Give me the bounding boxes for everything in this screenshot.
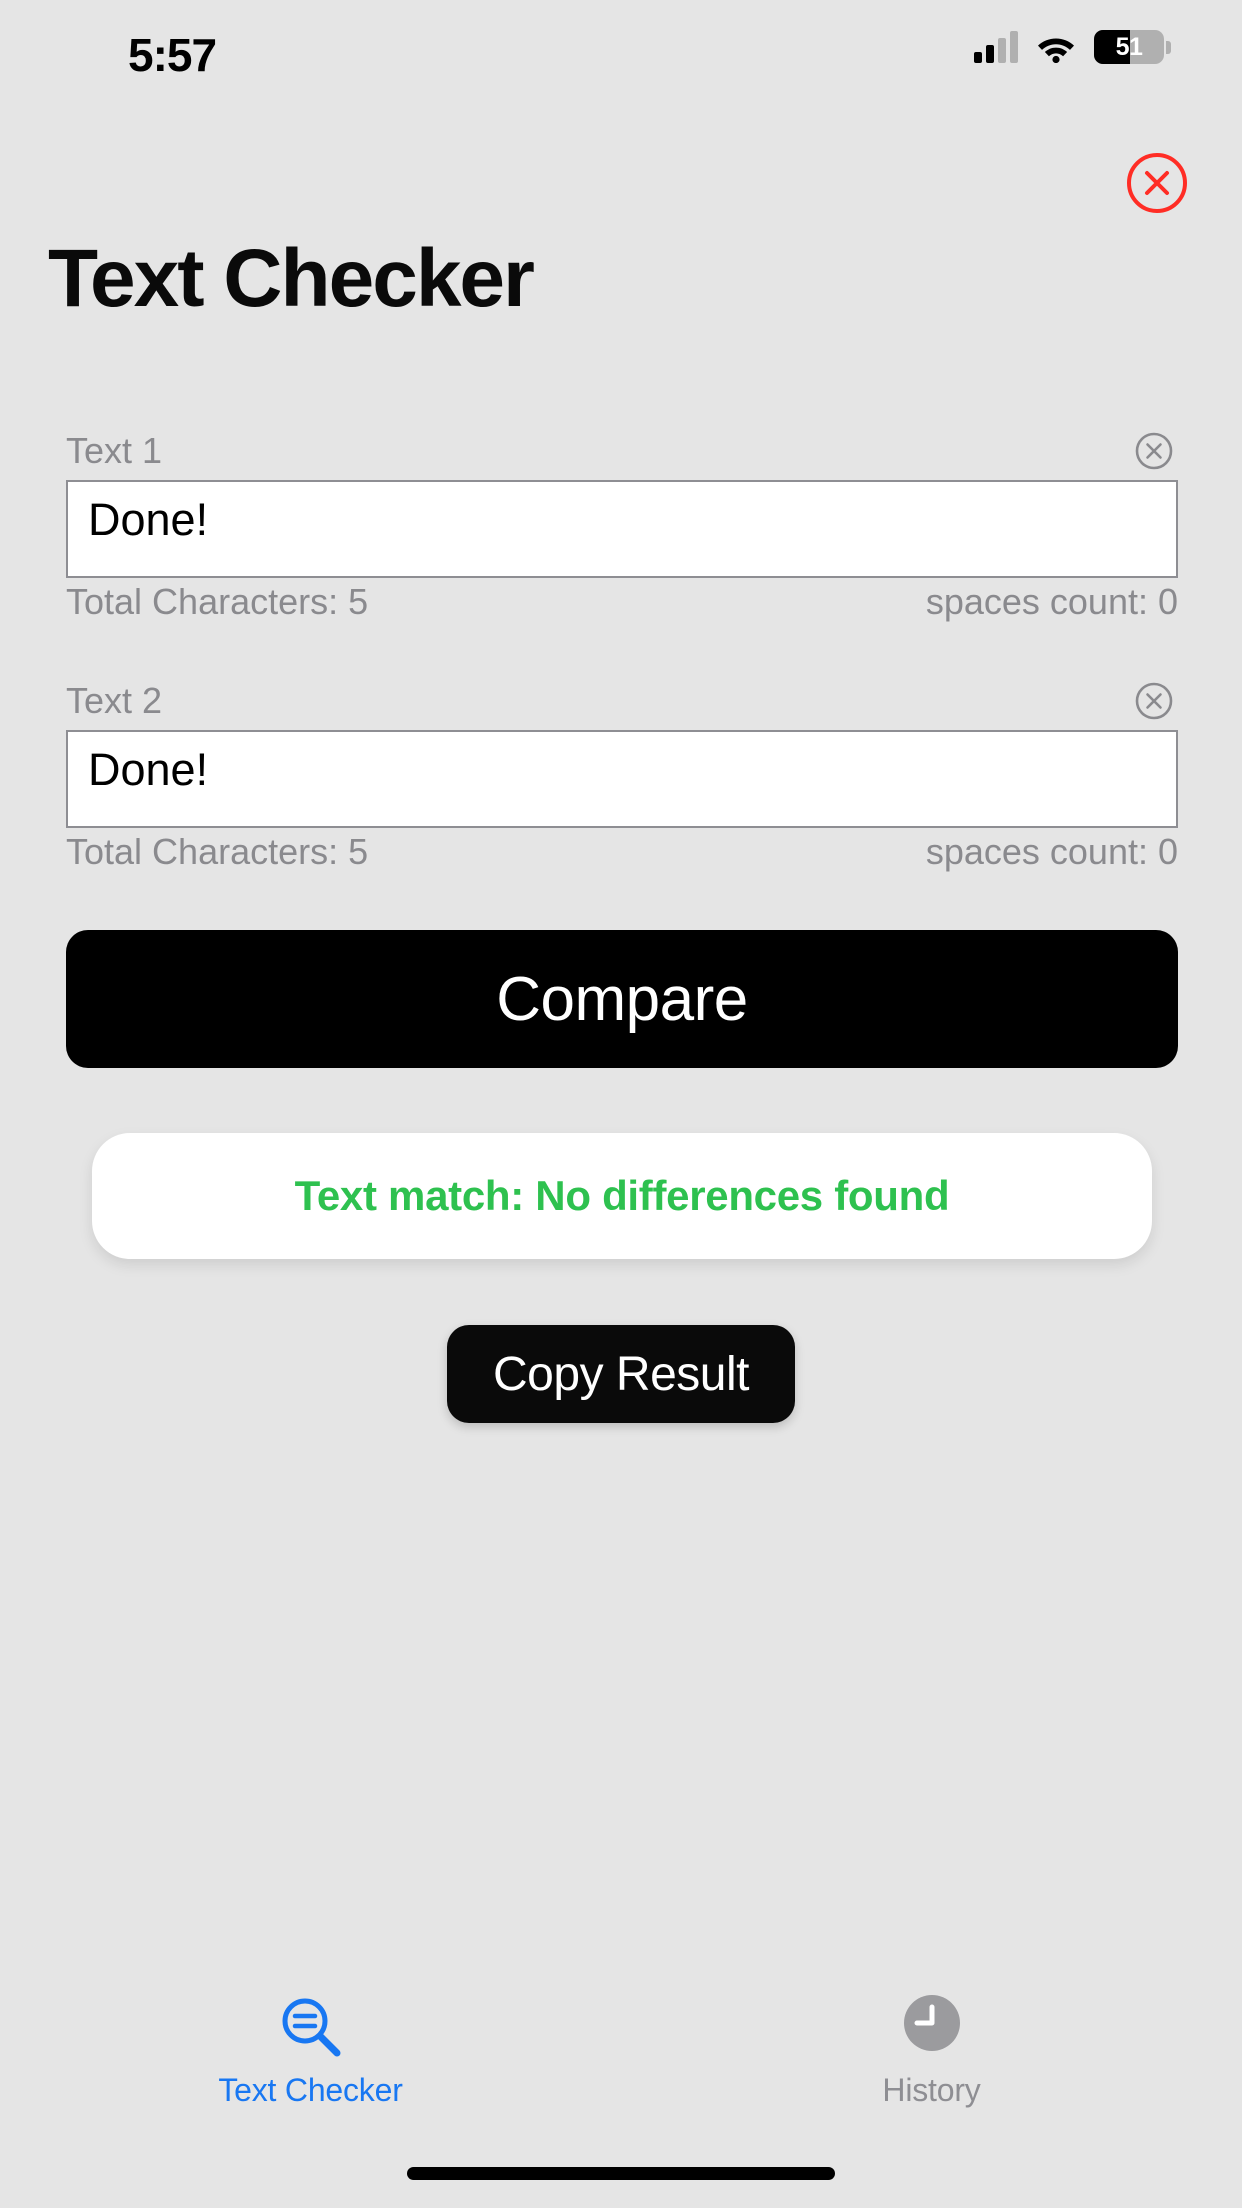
text-1-spaces-count: spaces count: 0 bbox=[925, 581, 1178, 622]
field-header-1: Text 1 bbox=[66, 428, 1178, 474]
battery-cap bbox=[1166, 41, 1171, 54]
text-field-group-2: Text 2 Done! Total Characters: 5 spaces … bbox=[66, 678, 1178, 870]
tab-history[interactable]: History bbox=[621, 1972, 1242, 2122]
text-2-spaces-count: spaces count: 0 bbox=[925, 831, 1178, 872]
close-circle-icon bbox=[1127, 153, 1187, 213]
text-field-group-1: Text 1 Done! Total Characters: 5 spaces … bbox=[66, 428, 1178, 620]
tab-bar: Text Checker History bbox=[0, 1972, 1242, 2122]
text-2-total-characters: Total Characters: 5 bbox=[66, 831, 369, 872]
field-header-2: Text 2 bbox=[66, 678, 1178, 724]
tab-text-checker[interactable]: Text Checker bbox=[0, 1972, 621, 2122]
text-2-input[interactable]: Done! bbox=[66, 730, 1178, 828]
battery-percent-label: 51 bbox=[1115, 33, 1143, 61]
status-time: 5:57 bbox=[128, 29, 217, 81]
text-1-total-characters: Total Characters: 5 bbox=[66, 581, 369, 622]
tab-text-checker-label: Text Checker bbox=[218, 2072, 403, 2108]
wifi-icon bbox=[1038, 38, 1074, 63]
copy-result-button-label: Copy Result bbox=[493, 1347, 749, 1401]
clear-circle-icon[interactable] bbox=[1134, 681, 1174, 721]
clear-circle-icon[interactable] bbox=[1134, 431, 1174, 471]
clock-fill-icon bbox=[894, 1990, 970, 2066]
compare-button[interactable]: Compare bbox=[66, 930, 1178, 1068]
close-button[interactable] bbox=[1126, 152, 1188, 214]
text-2-label: Text 2 bbox=[66, 680, 163, 721]
text-magnifyingglass-icon bbox=[273, 1990, 349, 2066]
text-1-input[interactable]: Done! bbox=[66, 480, 1178, 578]
text-2-counters: Total Characters: 5 spaces count: 0 bbox=[66, 834, 1178, 870]
compare-button-label: Compare bbox=[496, 964, 748, 1034]
result-card: Text match: No differences found bbox=[92, 1133, 1152, 1259]
status-indicators: 51 bbox=[974, 30, 1171, 64]
cellular-signal-icon bbox=[974, 31, 1018, 63]
battery-icon: 51 bbox=[1094, 30, 1171, 64]
result-message: Text match: No differences found bbox=[294, 1172, 950, 1219]
text-1-counters: Total Characters: 5 spaces count: 0 bbox=[66, 584, 1178, 620]
text-1-label: Text 1 bbox=[66, 430, 163, 471]
page-title: Text Checker bbox=[48, 233, 535, 324]
copy-result-button[interactable]: Copy Result bbox=[447, 1325, 795, 1423]
status-bar: 5:57 51 bbox=[0, 0, 1242, 100]
home-indicator bbox=[407, 2167, 835, 2180]
tab-history-label: History bbox=[882, 2072, 981, 2108]
